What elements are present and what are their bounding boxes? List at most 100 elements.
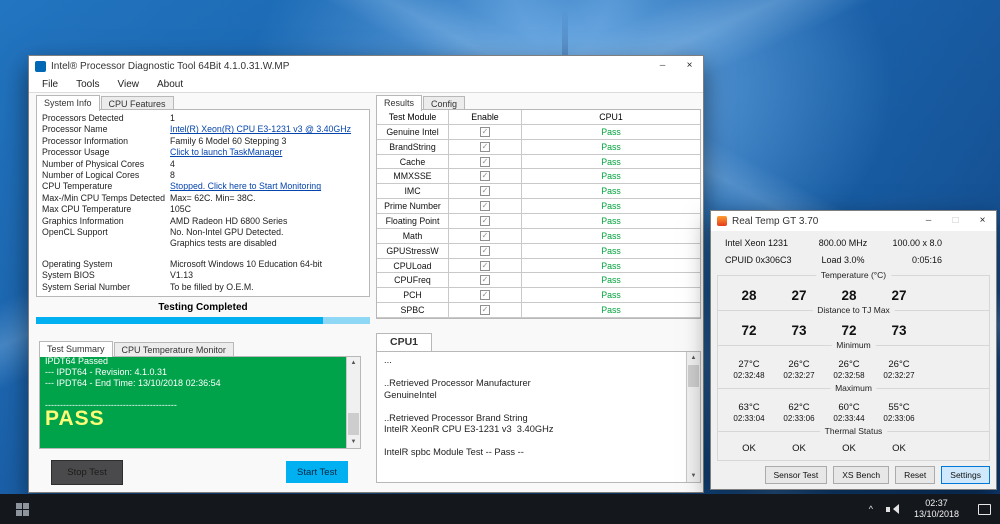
system-info-row: System BIOS V1.13: [42, 270, 367, 281]
reset-button[interactable]: Reset: [895, 466, 936, 484]
start-button[interactable]: [0, 494, 44, 524]
info-value: To be filled by O.E.M.: [170, 281, 254, 292]
tab-results[interactable]: Results: [376, 95, 423, 111]
enable-checkbox[interactable]: ✓: [480, 275, 490, 286]
value-cell: 72: [741, 322, 757, 338]
info-label: System BIOS: [42, 270, 95, 281]
enable-checkbox[interactable]: ✓: [480, 171, 490, 182]
value-cell: 73: [791, 322, 807, 338]
info-label: System Serial Number: [42, 281, 130, 292]
taskbar: ^ 02:37 13/10/2018: [0, 494, 1000, 524]
value-cell: 26°C: [838, 358, 860, 370]
test-module-name: Floating Point: [377, 214, 449, 229]
info-link[interactable]: Stopped. Click here to Start Monitoring: [170, 181, 321, 192]
value-cell: 26°C: [788, 358, 810, 370]
enable-checkbox[interactable]: ✓: [480, 215, 490, 226]
info-value: No. Non-Intel GPU Detected.: [170, 227, 284, 238]
window-controls: – □ ×: [915, 211, 996, 231]
log-line: IntelR spbc Module Test -- Pass --: [384, 447, 524, 457]
tab-system-info[interactable]: System Info: [36, 95, 100, 111]
menu-tools[interactable]: Tools: [67, 79, 108, 90]
taskbar-clock[interactable]: 02:37 13/10/2018: [905, 498, 968, 520]
scrollbar-thumb[interactable]: [688, 365, 699, 387]
minimize-icon[interactable]: –: [915, 211, 942, 231]
info-link[interactable]: Click to launch TaskManager: [170, 147, 282, 158]
group-values-row: 02:32:48 02:32:27 02:32:58 02:32:27: [724, 371, 924, 380]
cpu1-log-scrollbar[interactable]: ▲ ▼: [686, 352, 700, 482]
realtemp-button-row: Sensor Test XS Bench Reset Settings: [764, 466, 990, 484]
result-pass: Pass: [522, 169, 700, 185]
enable-checkbox[interactable]: ✓: [480, 230, 490, 241]
results-table-body: Genuine Intel ✓ Pass BrandString ✓ Pass Cache ✓…: [377, 124, 700, 319]
result-pass: Pass: [522, 303, 700, 319]
action-center-button[interactable]: [968, 494, 1000, 524]
progress-status-label: Testing Completed: [158, 302, 248, 313]
enable-checkbox[interactable]: ✓: [480, 126, 490, 137]
enable-checkbox[interactable]: ✓: [480, 186, 490, 197]
info-link[interactable]: Intel(R) Xeon(R) CPU E3-1231 v3 @ 3.40GH…: [170, 124, 351, 135]
group-values-row: 63°C 62°C 60°C 55°C: [724, 402, 924, 413]
log-line: ..Retrieved Processor Manufacturer: [384, 378, 531, 388]
group-label: Distance to TJ Max: [812, 305, 895, 315]
system-info-row: Processors Detected 1: [42, 113, 367, 124]
log-line: IntelR XeonR CPU E3-1231 v3 3.40GHz: [384, 424, 554, 434]
ipdt-titlebar[interactable]: Intel® Processor Diagnostic Tool 64Bit 4…: [29, 56, 703, 76]
result-pass: Pass: [522, 273, 700, 289]
system-info-row: System Serial Number To be filled by O.E.…: [42, 282, 367, 293]
settings-button[interactable]: Settings: [941, 466, 990, 484]
start-test-button[interactable]: Start Test: [286, 461, 348, 483]
close-icon[interactable]: ×: [969, 211, 996, 231]
enable-checkbox[interactable]: ✓: [480, 156, 490, 167]
scroll-down-icon[interactable]: ▼: [687, 470, 700, 482]
xs-bench-button[interactable]: XS Bench: [833, 466, 890, 484]
menu-about[interactable]: About: [148, 79, 192, 90]
enable-cell: ✓: [449, 124, 522, 140]
realtemp-titlebar[interactable]: Real Temp GT 3.70 – □ ×: [711, 211, 996, 231]
enable-checkbox[interactable]: ✓: [480, 141, 490, 152]
scroll-up-icon[interactable]: ▲: [687, 352, 700, 364]
tab-cpu1[interactable]: CPU1: [376, 333, 433, 351]
close-icon[interactable]: ×: [676, 56, 703, 76]
info-label: Max CPU Temperature: [42, 204, 132, 215]
scroll-down-icon[interactable]: ▼: [347, 436, 360, 448]
enable-checkbox[interactable]: ✓: [480, 305, 490, 316]
test-module-name: Genuine Intel: [377, 124, 449, 140]
info-value: Max= 62C. Min= 38C.: [170, 192, 256, 203]
menu-view[interactable]: View: [108, 79, 148, 90]
result-pass: Pass: [522, 229, 700, 244]
enable-checkbox[interactable]: ✓: [480, 260, 490, 271]
menu-file[interactable]: File: [33, 79, 67, 90]
value-cell: 73: [891, 322, 907, 338]
value-cell: OK: [842, 442, 856, 454]
info-value: Microsoft Windows 10 Education 64-bit: [170, 258, 323, 269]
enable-checkbox[interactable]: ✓: [480, 245, 490, 256]
value-cell: 02:33:06: [883, 413, 915, 423]
progress-bar: [36, 317, 370, 324]
tab-test-summary[interactable]: Test Summary: [39, 341, 113, 357]
enable-checkbox[interactable]: ✓: [480, 290, 490, 301]
scrollbar-thumb[interactable]: [348, 413, 359, 435]
group-label: Minimum: [831, 340, 876, 350]
console-scrollbar[interactable]: ▲ ▼: [346, 357, 360, 448]
enable-checkbox[interactable]: ✓: [480, 201, 490, 212]
log-line: GenuineIntel: [384, 389, 437, 400]
test-module-name: BrandString: [377, 139, 449, 155]
scroll-up-icon[interactable]: ▲: [347, 357, 360, 369]
minimize-icon[interactable]: –: [649, 56, 676, 76]
result-pass: Pass: [522, 244, 700, 259]
hidden-icons-chevron-icon[interactable]: ^: [862, 504, 880, 514]
info-label: Max-/Min CPU Temps Detected: [42, 192, 166, 203]
info-label: CPU Temperature: [42, 181, 113, 192]
test-module-name: IMC: [377, 184, 449, 200]
system-info-row: Operating System Microsoft Windows 10 Edu…: [42, 259, 367, 270]
results-row: CPUFreq ✓ Pass: [377, 273, 700, 289]
volume-icon[interactable]: [885, 503, 900, 516]
system-info-panel: Processors Detected 1 Processor Name Intel(…: [36, 109, 370, 297]
col-cpu1: CPU1: [522, 110, 700, 125]
system-info-row: CPU Temperature Stopped. Click here to St…: [42, 181, 367, 192]
stop-test-button[interactable]: Stop Test: [51, 460, 123, 485]
enable-cell: ✓: [449, 214, 522, 229]
sensor-test-button[interactable]: Sensor Test: [764, 466, 828, 484]
realtemp-app-icon: [717, 216, 727, 226]
system-info-row: Max-/Min CPU Temps Detected Max= 62C. Min…: [42, 193, 367, 204]
